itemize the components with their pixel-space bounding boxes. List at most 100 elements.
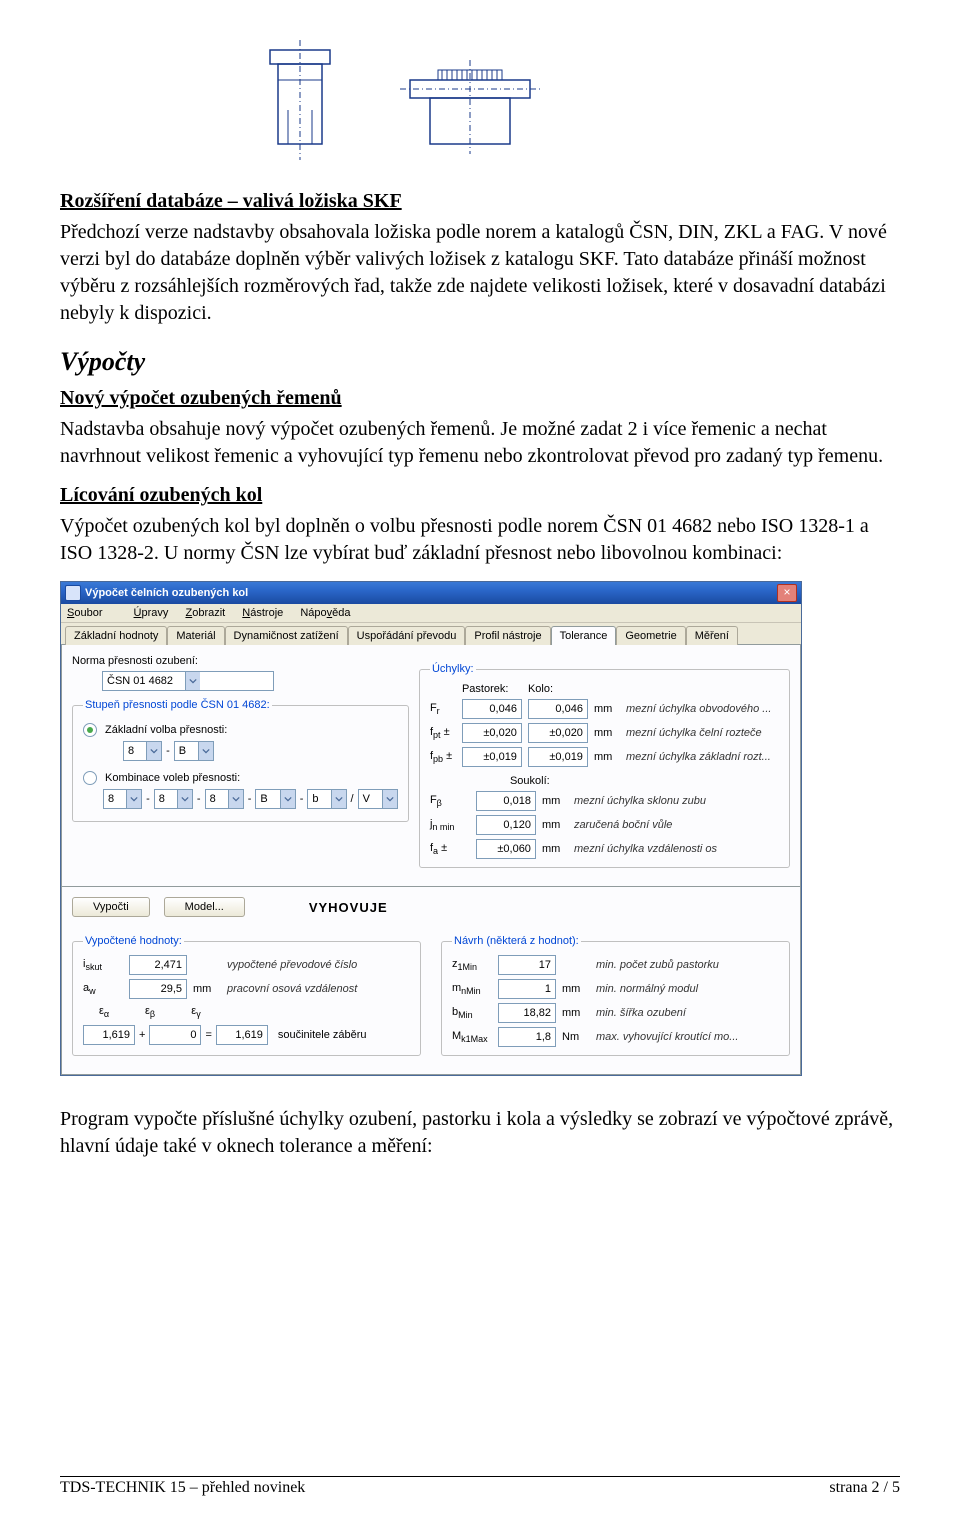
sym-fr: Fr [430,702,456,716]
text-closing: Program vypočte příslušné úchylky ozuben… [60,1106,900,1160]
footer-left: TDS-TECHNIK 15 – přehled novinek [60,1479,305,1497]
val-mnmin: 1 [498,979,556,999]
chevron-down-icon[interactable] [185,672,200,690]
dialog-title: Výpočet čelních ozubených kol [85,587,777,599]
combo-basic-a[interactable]: 8 [123,741,162,761]
val-fpt-k[interactable]: ±0,020 [528,723,588,743]
menubar[interactable]: Soubor Úpravy Zobrazit Nástroje Nápověda [61,604,801,623]
heading-skf: Rozšíření databáze – valivá ložiska SKF [60,190,900,213]
combo-c3[interactable]: B [255,789,295,809]
val-bmin: 18,82 [498,1003,556,1023]
text-remeny: Nadstavba obsahuje nový výpočet ozubenýc… [60,416,900,470]
fieldset-uchylky: Úchylky: Pastorek: Kolo: Fr 0,046 0,046 … [419,663,790,868]
coef-eg: εγ [175,1005,217,1019]
hdr-pastorek: Pastorek: [462,683,522,695]
sym-fpb: fpb ± [430,750,456,764]
sym-jnmin: jn min [430,818,470,832]
calc-button[interactable]: Vypočti [72,897,150,917]
chevron-down-icon[interactable] [331,790,346,808]
val-fr-k[interactable]: 0,046 [528,699,588,719]
norma-label: Norma přesnosti ozubení: [72,655,409,667]
val-fpb-p[interactable]: ±0,019 [462,747,522,767]
footer-right: strana 2 / 5 [829,1479,900,1497]
app-icon [65,585,81,601]
sym-mk1max: Mk1Max [452,1030,492,1044]
val-fbeta[interactable]: 0,018 [476,791,536,811]
combo-c2[interactable]: 8 [205,789,244,809]
radio-combo[interactable] [83,771,97,785]
hdr-kolo: Kolo: [528,683,588,695]
tab-usporadani[interactable]: Uspořádání převodu [348,626,466,645]
chevron-down-icon[interactable] [146,742,161,760]
radio-basic[interactable] [83,723,97,737]
combo-c1[interactable]: 8 [154,789,193,809]
sym-bmin: bMin [452,1006,492,1020]
result-label: VYHOVUJE [309,900,388,915]
combo-c0[interactable]: 8 [103,789,142,809]
combo-c4[interactable]: b [307,789,346,809]
menu-soubor[interactable]: Soubor [67,607,116,619]
val-mk1max: 1,8 [498,1027,556,1047]
menu-nastroje[interactable]: Nástroje [242,607,283,619]
tab-mereni[interactable]: Měření [686,626,738,645]
val-fpt-p[interactable]: ±0,020 [462,723,522,743]
chevron-down-icon[interactable] [126,790,141,808]
menu-upravy[interactable]: Úpravy [134,607,169,619]
heading-vypocty: Výpočty [60,347,900,377]
sym-fbeta: Fβ [430,794,470,808]
page-footer: TDS-TECHNIK 15 – přehled novinek strana … [60,1476,900,1497]
chevron-down-icon[interactable] [280,790,295,808]
norma-combo[interactable]: ČSN 01 4682 [102,671,274,691]
val-iskut: 2,471 [129,955,187,975]
sym-aw: aw [83,982,123,996]
gear-dialog: Výpočet čelních ozubených kol × Soubor Ú… [60,581,802,1076]
combo-c5[interactable]: V [358,789,398,809]
tab-body: Norma přesnosti ozubení: ČSN 01 4682 Stu… [61,644,801,887]
fieldset-stupen: Stupeň přesnosti podle ČSN 01 4682: Zákl… [72,699,409,822]
tab-row: Základní hodnoty Materiál Dynamičnost za… [61,623,801,644]
menu-zobrazit[interactable]: Zobrazit [185,607,225,619]
technical-drawings [240,40,900,160]
val-jnmin[interactable]: 0,120 [476,815,536,835]
tab-geometrie[interactable]: Geometrie [616,626,685,645]
drawing-rivet-top [390,40,550,160]
val-fr-p[interactable]: 0,046 [462,699,522,719]
val-z1min: 17 [498,955,556,975]
tab-tolerance[interactable]: Tolerance [551,626,617,645]
text-skf: Předchozí verze nadstavby obsahovala lož… [60,219,900,327]
val-fa[interactable]: ±0,060 [476,839,536,859]
model-button[interactable]: Model... [164,897,245,917]
val-aw: 29,5 [129,979,187,999]
radio-basic-label: Základní volba přesnosti: [105,724,227,736]
chevron-down-icon[interactable] [228,790,243,808]
fieldset-navrh: Návrh (některá z hodnot): z1Min 17 min. … [441,935,790,1056]
fieldset-vypoctene: Vypočtené hodnoty: iskut 2,471 vypočtené… [72,935,421,1056]
val-fpb-k[interactable]: ±0,019 [528,747,588,767]
coef-eb: εβ [129,1005,171,1019]
combo-basic-b[interactable]: B [174,741,214,761]
heading-licovani: Lícování ozubených kol [60,484,900,507]
sym-iskut: iskut [83,958,123,972]
radio-combo-label: Kombinace voleb přesnosti: [105,772,240,784]
sym-fpt: fpt ± [430,726,456,740]
bottom-panel: Vypočti Model... VYHOVUJE Vypočtené hodn… [61,887,801,1075]
menu-napoveda[interactable]: Nápověda [300,607,350,619]
sym-fa: fa ± [430,842,470,856]
val-eb: 0 [149,1025,201,1045]
sym-mnmin: mnMin [452,982,492,996]
titlebar[interactable]: Výpočet čelních ozubených kol × [61,582,801,604]
close-icon[interactable]: × [777,584,797,602]
chevron-down-icon[interactable] [382,790,397,808]
val-ea: 1,619 [83,1025,135,1045]
chevron-down-icon[interactable] [177,790,192,808]
val-eg: 1,619 [216,1025,268,1045]
sym-z1min: z1Min [452,958,492,972]
text-licovani: Výpočet ozubených kol byl doplněn o volb… [60,513,900,567]
tab-material[interactable]: Materiál [167,626,224,645]
chevron-down-icon[interactable] [198,742,213,760]
tab-profil[interactable]: Profil nástroje [465,626,550,645]
drawing-rivet-side [240,40,360,160]
tab-dynamicnost[interactable]: Dynamičnost zatížení [225,626,348,645]
heading-remeny: Nový výpočet ozubených řemenů [60,387,900,410]
tab-zakladni[interactable]: Základní hodnoty [65,626,167,645]
